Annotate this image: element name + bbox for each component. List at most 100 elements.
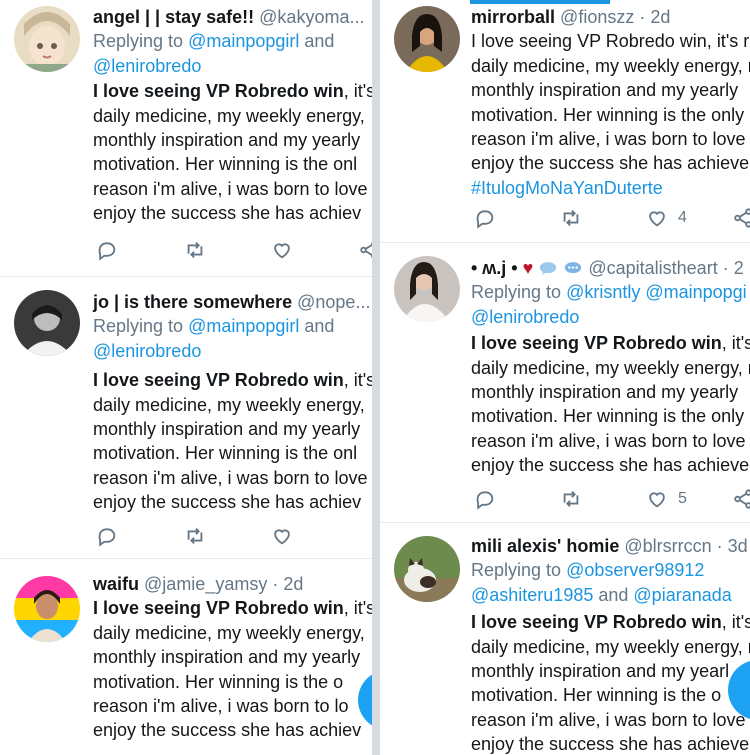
tweet-text: I love seeing VP Robredo win, it's daily… (93, 368, 372, 514)
mention-link[interactable]: @observer98912 (566, 560, 704, 580)
tweet-card[interactable]: angel | | stay safe!! @kakyoma... Replyi… (0, 0, 372, 277)
display-name[interactable]: • ʍ.j • (471, 258, 518, 278)
tweet-card[interactable]: mirrorball @fionszz · 2d I love seeing V… (380, 0, 750, 243)
reply-button[interactable] (474, 486, 496, 512)
mention-link[interactable]: @mainpopgirl (188, 31, 299, 51)
right-screenshot-panel: mirrorball @fionszz · 2d I love seeing V… (380, 0, 750, 755)
share-icon (734, 208, 750, 228)
tweet-text-line: monthly inspiration and my yearly (471, 80, 739, 101)
tweet-text-line: enjoy the success she has achiev (93, 203, 362, 224)
timestamp[interactable]: 2 (734, 258, 744, 278)
retweet-button[interactable] (560, 205, 582, 231)
timestamp[interactable]: 3d (728, 536, 748, 556)
mention-link[interactable]: @ashiteru1985 (471, 585, 593, 605)
like-button[interactable]: 5 (646, 486, 687, 512)
tweet-card[interactable]: jo | is there somewhere @nope... Replyin… (0, 276, 372, 559)
tweet-text: I love seeing VP Robredo win, it's r dai… (471, 331, 750, 477)
tweet-text-line: reason i'm alive, i was born to love (471, 709, 746, 730)
replying-to-label: Replying to (93, 31, 189, 52)
share-button[interactable] (732, 205, 750, 231)
share-button[interactable] (732, 486, 750, 512)
tweet-card[interactable]: waifu @jamie_yamsy · 2d I love seeing VP… (0, 558, 372, 755)
avatar[interactable] (394, 536, 460, 602)
user-handle[interactable]: @fionszz (560, 7, 634, 27)
retweet-button[interactable] (560, 486, 582, 512)
reply-button[interactable] (474, 205, 496, 231)
tweet-actions: 4 (474, 205, 750, 231)
like-button[interactable] (271, 237, 293, 263)
mention-link[interactable]: @lenirobredo (471, 307, 579, 327)
tweet-text-line: enjoy the success she has achiev (93, 492, 362, 513)
reply-icon (476, 491, 494, 510)
mention-link[interactable]: @lenirobredo (93, 341, 201, 361)
tweet-actions (96, 523, 372, 549)
timestamp[interactable]: 2d (650, 7, 670, 27)
tweet-text-line: enjoy the success she has achiev (93, 720, 362, 741)
user-handle[interactable]: @blrsrrccn (624, 536, 711, 556)
replying-to: Replying to @observer98912 (471, 558, 750, 582)
tweet-header: angel | | stay safe!! @kakyoma... (93, 5, 372, 29)
tweet-text-line: , it's r (721, 333, 750, 354)
tweet-text-line: daily medicine, my weekly energy, (93, 622, 365, 643)
heart-icon (274, 529, 290, 545)
tweet-card[interactable]: mili alexis' homie @blrsrrccn · 3d Reply… (380, 522, 750, 755)
tweet-text-line: reason i'm alive, i was born to love (471, 128, 746, 149)
display-name[interactable]: mili alexis' homie (471, 536, 619, 556)
user-handle[interactable]: @nope... (297, 292, 370, 312)
share-button[interactable] (358, 237, 372, 263)
display-name[interactable]: angel | | stay safe!! (93, 7, 254, 27)
share-icon (360, 241, 372, 259)
tweet-text-line: , it's (343, 598, 372, 619)
retweet-icon (563, 210, 579, 226)
heart-emoji: ♥ (522, 258, 534, 278)
avatar[interactable] (14, 290, 80, 356)
avatar[interactable] (14, 576, 80, 642)
avatar[interactable] (394, 6, 460, 72)
tweet-text-bold: I love seeing VP Robredo win (471, 612, 722, 633)
tweet-text-line: enjoy the success she has achieve (471, 734, 750, 755)
tweet-card[interactable]: • ʍ.j • ♥ @capitalistheart · 2 Replying … (380, 242, 750, 523)
like-button[interactable] (271, 523, 293, 549)
left-screenshot-panel: angel | | stay safe!! @kakyoma... Replyi… (0, 0, 372, 755)
replying-to-label: Replying to (471, 282, 567, 303)
tweet-header: waifu @jamie_yamsy · 2d (93, 572, 372, 596)
woman-white-dress-avatar-image (394, 256, 460, 322)
user-handle[interactable]: @jamie_yamsy (144, 574, 267, 594)
separator-dot: · (272, 574, 279, 594)
pride-flag-illustration-avatar-image (14, 576, 80, 642)
tweet-text-line: reason i'm alive, i was born to love (471, 430, 746, 451)
replying-to: Replying to @mainpopgirl and (93, 314, 372, 338)
reply-conjunction: and (593, 584, 634, 605)
mention-link[interactable]: @lenirobredo (93, 56, 201, 76)
avatar[interactable] (394, 256, 460, 322)
retweet-icon (187, 242, 203, 258)
like-count: 5 (678, 490, 687, 507)
grayscale-portrait-avatar-image (14, 290, 80, 356)
retweet-button[interactable] (184, 237, 206, 263)
tweet-text-line: monthly inspiration and my yearly (471, 381, 739, 402)
tweet-text-line: motivation. Her winning is the o (93, 671, 344, 692)
tweet-text-line: motivation. Her winning is the onl (93, 154, 358, 175)
user-handle[interactable]: @kakyoma... (259, 7, 364, 27)
like-button[interactable]: 4 (646, 205, 687, 231)
replying-to: Replying to @mainpopgirl and (93, 29, 372, 53)
display-name[interactable]: mirrorball (471, 7, 555, 27)
tweet-text-line: reason i'm alive, i was born to lo (93, 695, 349, 716)
mention-link[interactable]: @mainpopgirl (188, 316, 299, 336)
reply-button[interactable] (96, 523, 118, 549)
mention-link[interactable]: @piaranada (633, 585, 731, 605)
retweet-button[interactable] (184, 523, 206, 549)
thought-bubble-icon (565, 262, 582, 274)
user-handle[interactable]: @capitalistheart (588, 258, 717, 278)
display-name[interactable]: waifu (93, 574, 139, 594)
avatar[interactable] (14, 6, 80, 72)
replying-to-label: Replying to (471, 560, 567, 581)
timestamp[interactable]: 2d (283, 574, 303, 594)
mention-link[interactable]: @krisntly @mainpopgi (566, 282, 747, 302)
reply-icon (476, 210, 494, 229)
retweet-icon (563, 491, 579, 507)
reply-button[interactable] (96, 237, 118, 263)
hashtag-link[interactable]: #ItulogMoNaYanDuterte (471, 176, 750, 200)
tweet-text-line: , it's (343, 370, 372, 391)
display-name[interactable]: jo | is there somewhere (93, 292, 292, 312)
